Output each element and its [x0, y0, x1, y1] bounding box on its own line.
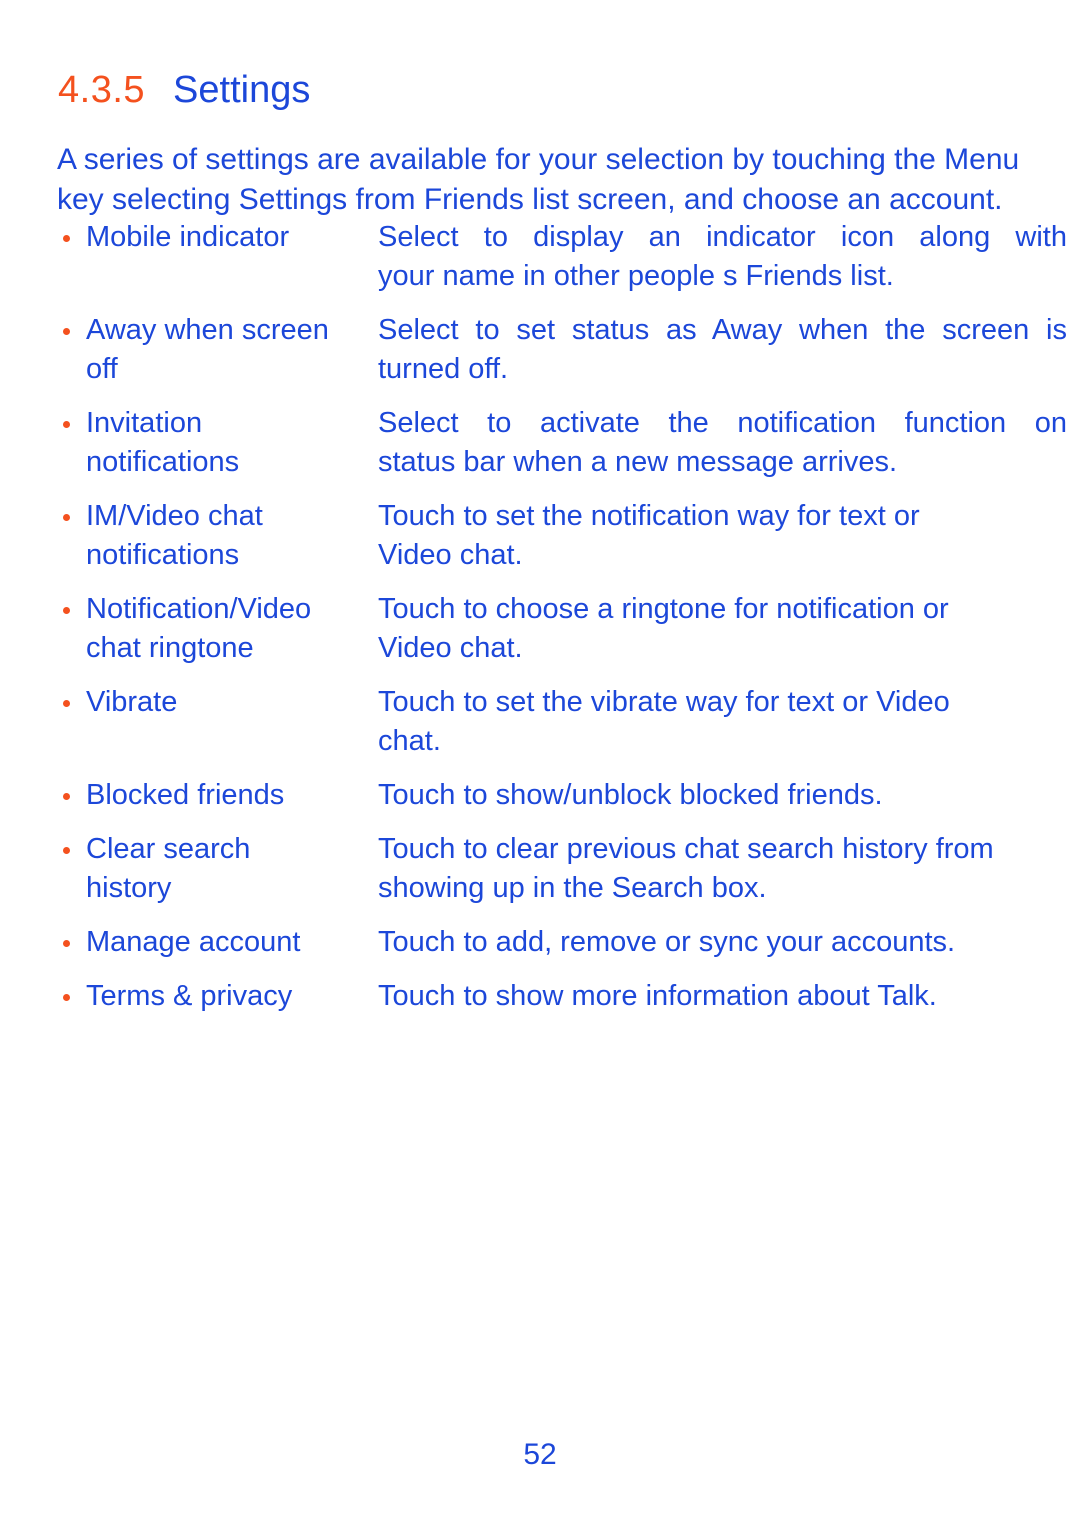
setting-description-line: Select to display an indicator icon alon… [378, 221, 1067, 253]
setting-description-line: Touch to show/unblock blocked friends. [378, 779, 883, 811]
setting-term: Away when screen off [57, 311, 378, 389]
setting-description: Select to display an indicator icon alon… [378, 218, 1067, 296]
setting-term-line: notifications [86, 446, 240, 478]
setting-term-line: off [86, 353, 118, 385]
setting-description-line: Touch to clear previous chat search hist… [378, 833, 994, 865]
setting-description-line: turned off. [378, 353, 509, 385]
setting-description-line: Touch to set the notification way for te… [378, 500, 920, 532]
setting-term: Blocked friends [57, 776, 378, 815]
setting-description: Touch to clear previous chat search hist… [378, 830, 1067, 908]
heading-title: Settings [173, 69, 311, 112]
setting-term: IM/Video chat notifications [57, 497, 378, 575]
setting-description: Select to activate the notification func… [378, 404, 1067, 482]
setting-description: Touch to choose a ringtone for notificat… [378, 590, 1067, 668]
setting-term-line: Clear search [86, 833, 251, 865]
settings-row: Invitation notifications Select to activat… [57, 404, 1067, 482]
settings-definition-list: Mobile indicator Select to display an ind… [57, 218, 1067, 1031]
setting-description-line: Touch to show more information about Tal… [378, 980, 937, 1012]
setting-term: Notification/Video chat ringtone [57, 590, 378, 668]
setting-description: Select to set status as Away when the sc… [378, 311, 1067, 389]
setting-description-line: Touch to choose a ringtone for notificat… [378, 593, 949, 625]
setting-term: Terms & privacy [57, 977, 378, 1016]
setting-description: Touch to show more information about Tal… [378, 977, 1067, 1016]
setting-term-line: Blocked friends [86, 779, 285, 811]
setting-term-line: Notification/Video [86, 593, 312, 625]
intro-paragraph: A series of settings are available for y… [57, 140, 1080, 220]
settings-row: Mobile indicator Select to display an ind… [57, 218, 1067, 296]
settings-row: Clear search history Touch to clear previo… [57, 830, 1067, 908]
document-page: 4.3.5 Settings A series of settings are a… [0, 0, 1080, 1534]
intro-line-2: key selecting Settings from Friends list… [57, 183, 1003, 216]
page-heading: 4.3.5 Settings [58, 67, 310, 113]
setting-term: Mobile indicator [57, 218, 378, 257]
setting-term-line: Mobile indicator [86, 221, 290, 253]
setting-term-line: Away when screen [86, 314, 329, 346]
setting-term-line: Invitation [86, 407, 203, 439]
setting-description-line: Touch to set the vibrate way for text or… [378, 686, 950, 718]
setting-term-line: notifications [86, 539, 240, 571]
setting-term-line: Terms & privacy [86, 980, 293, 1012]
settings-row: Blocked friends Touch to show/unblock blo… [57, 776, 1067, 815]
settings-row: IM/Video chat notifications Touch to set t… [57, 497, 1067, 575]
setting-description-line: showing up in the Search box. [378, 872, 767, 904]
setting-term: Invitation notifications [57, 404, 378, 482]
setting-description: Touch to set the vibrate way for text or… [378, 683, 1067, 761]
setting-term-line: Manage account [86, 926, 301, 958]
setting-description: Touch to add, remove or sync your accoun… [378, 923, 1067, 962]
setting-term-line: IM/Video chat [86, 500, 263, 532]
setting-description-line: chat. [378, 725, 441, 757]
setting-term: Vibrate [57, 683, 378, 722]
page-number: 52 [523, 1438, 557, 1471]
setting-term-line: chat ringtone [86, 632, 254, 664]
setting-description-line: your name in other people s Friends list… [378, 260, 894, 292]
setting-description-line: Select to set status as Away when the sc… [378, 314, 1067, 346]
setting-description-line: Video chat. [378, 539, 523, 571]
setting-term: Manage account [57, 923, 378, 962]
setting-description-line: Select to activate the notification func… [378, 407, 1067, 439]
intro-line-1: A series of settings are available for y… [57, 143, 1020, 176]
settings-row: Terms & privacy Touch to show more inform… [57, 977, 1067, 1016]
setting-term: Clear search history [57, 830, 378, 908]
settings-row: Away when screen off Select to set status … [57, 311, 1067, 389]
heading-section-number: 4.3.5 [58, 69, 146, 112]
setting-description-line: Touch to add, remove or sync your accoun… [378, 926, 956, 958]
setting-term-line: history [86, 872, 172, 904]
setting-description: Touch to set the notification way for te… [378, 497, 1067, 575]
setting-description: Touch to show/unblock blocked friends. [378, 776, 1067, 815]
settings-row: Vibrate Touch to set the vibrate way for … [57, 683, 1067, 761]
setting-description-line: status bar when a new message arrives. [378, 446, 898, 478]
settings-row: Manage account Touch to add, remove or sy… [57, 923, 1067, 962]
settings-row: Notification/Video chat ringtone Touch to … [57, 590, 1067, 668]
setting-term-line: Vibrate [86, 686, 178, 718]
setting-description-line: Video chat. [378, 632, 523, 664]
